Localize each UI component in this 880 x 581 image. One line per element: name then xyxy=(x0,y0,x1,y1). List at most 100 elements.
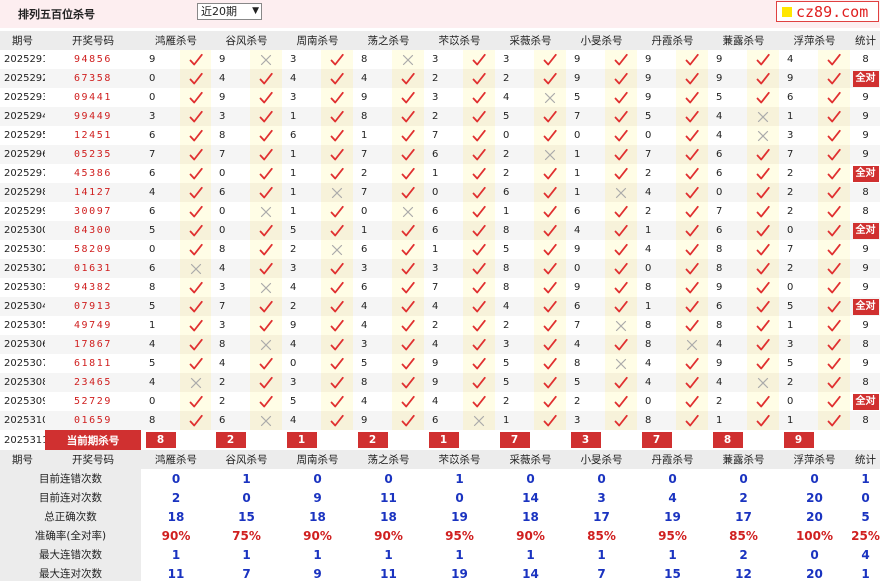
check-icon xyxy=(330,91,344,105)
kill-number-cell: 2 xyxy=(282,297,321,316)
stat-value: 0 xyxy=(779,469,850,488)
kill-number-cell: 4 xyxy=(282,411,321,430)
check-icon xyxy=(330,167,344,181)
check-icon xyxy=(827,395,841,409)
table-row: 2025298 14127 4 6 1 7 0 6 1 4 0 2 8 xyxy=(0,183,880,202)
period-cell: 2025292 xyxy=(0,69,45,88)
stat-value: 100% xyxy=(779,526,850,545)
check-icon xyxy=(827,262,841,276)
spacer-cell xyxy=(676,430,708,450)
result-cell xyxy=(463,202,495,221)
result-cell xyxy=(392,164,424,183)
current-period-cell: 2025311 xyxy=(4,434,45,446)
result-cell xyxy=(463,316,495,335)
period-cell: 2025293 xyxy=(4,92,45,103)
kill-number-cell: 1 xyxy=(282,183,321,202)
check-icon xyxy=(401,262,415,276)
check-icon xyxy=(827,110,841,124)
result-cell xyxy=(463,392,495,411)
check-icon xyxy=(259,319,273,333)
kill-number-cell: 0 xyxy=(149,92,156,103)
check-icon xyxy=(189,205,203,219)
column-header: 荡之杀号 xyxy=(353,450,424,469)
result-cell xyxy=(180,107,211,126)
check-icon xyxy=(472,129,486,143)
result-cell xyxy=(818,373,850,392)
kill-number-cell: 0 xyxy=(787,396,794,407)
check-icon xyxy=(472,110,486,124)
check-icon xyxy=(543,110,557,124)
result-cell xyxy=(747,259,779,278)
brand-logo[interactable]: cz89.com xyxy=(776,1,879,22)
result-cell xyxy=(534,259,566,278)
kill-number-cell: 3 xyxy=(211,107,250,126)
check-icon xyxy=(472,91,486,105)
draw-number-cell: 12451 xyxy=(73,130,113,141)
kill-number-cell: 5 xyxy=(503,358,510,369)
kill-number-cell: 5 xyxy=(716,92,723,103)
result-cell xyxy=(818,240,850,259)
stat-value: 2 xyxy=(708,488,779,507)
result-cell xyxy=(321,316,353,335)
stat-value: 7 xyxy=(211,564,282,581)
kill-number-cell: 0 xyxy=(211,221,250,240)
kill-number-cell: 8 xyxy=(495,221,534,240)
result-cell xyxy=(392,126,424,145)
result-cell xyxy=(392,183,424,202)
check-icon xyxy=(189,129,203,143)
check-icon xyxy=(330,72,344,86)
table-row: 2025303 94382 8 3 4 6 7 8 9 8 9 0 9 xyxy=(0,278,880,297)
current-kill-cell: 2 xyxy=(353,430,392,450)
table-row: 2025306 17867 4 8 4 3 4 3 4 8 4 3 8 xyxy=(0,335,880,354)
spacer-cell xyxy=(250,430,282,450)
check-icon xyxy=(330,357,344,371)
check-icon xyxy=(756,281,770,295)
kill-number-cell: 4 xyxy=(290,282,297,293)
result-cell xyxy=(747,297,779,316)
check-icon xyxy=(685,186,699,200)
result-cell xyxy=(321,240,353,259)
result-cell xyxy=(534,392,566,411)
result-cell xyxy=(392,221,424,240)
check-icon xyxy=(189,338,203,352)
result-cell xyxy=(463,69,495,88)
check-icon xyxy=(472,224,486,238)
result-cell xyxy=(180,183,211,202)
check-icon xyxy=(189,224,203,238)
result-cell xyxy=(463,164,495,183)
table-row: 2025310 01659 8 6 4 9 6 1 3 8 1 1 8 xyxy=(0,411,880,430)
kill-number-cell: 7 xyxy=(716,206,723,217)
result-cell xyxy=(676,145,708,164)
result-cell xyxy=(605,411,637,430)
result-cell xyxy=(250,335,282,354)
result-cell xyxy=(180,202,211,221)
result-cell xyxy=(818,354,850,373)
kill-number-cell: 8 xyxy=(637,411,676,430)
result-cell xyxy=(392,240,424,259)
kill-number-cell: 6 xyxy=(708,297,747,316)
period-select[interactable]: 近20期 ▼ xyxy=(197,3,262,20)
kill-number-cell: 4 xyxy=(637,373,676,392)
kill-number-cell: 2 xyxy=(361,168,368,179)
result-cell xyxy=(676,411,708,430)
check-icon xyxy=(472,395,486,409)
result-cell xyxy=(321,126,353,145)
column-header: 期号 xyxy=(0,31,45,50)
kill-number-cell: 3 xyxy=(424,259,463,278)
stat-label: 最大连错次数 xyxy=(0,545,141,564)
kill-number-cell: 2 xyxy=(211,373,250,392)
result-cell xyxy=(676,259,708,278)
check-icon xyxy=(543,205,557,219)
check-icon xyxy=(401,414,415,428)
result-cell xyxy=(250,411,282,430)
current-kill-cell: 8 xyxy=(141,430,180,450)
cross-icon xyxy=(259,414,273,428)
kill-number-cell: 9 xyxy=(574,244,581,255)
current-kill-cell: 2 xyxy=(211,430,250,450)
result-cell xyxy=(534,373,566,392)
period-cell: 2025291 xyxy=(4,54,45,65)
result-cell xyxy=(180,411,211,430)
result-cell xyxy=(818,145,850,164)
kill-number-cell: 3 xyxy=(219,282,226,293)
check-icon xyxy=(756,414,770,428)
